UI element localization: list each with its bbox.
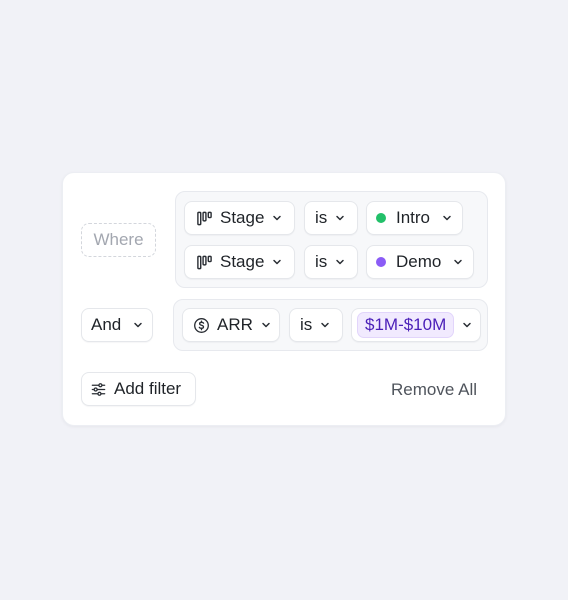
chevron-down-icon bbox=[335, 257, 345, 267]
value-tag: $1M-$10M bbox=[357, 312, 455, 338]
kanban-icon bbox=[196, 210, 213, 227]
chevron-down-icon bbox=[462, 320, 472, 330]
filter-group-1: Stage is Intro Stage is Demo bbox=[175, 191, 488, 288]
value-select-arr-range[interactable]: $1M-$10M bbox=[351, 308, 481, 342]
remove-all-button[interactable]: Remove All bbox=[391, 380, 477, 400]
operator-select-1[interactable]: is bbox=[304, 201, 358, 235]
where-label: Where bbox=[81, 223, 156, 257]
field-select-stage-2[interactable]: Stage bbox=[184, 245, 295, 279]
operator-label: is bbox=[315, 252, 328, 271]
and-label: And bbox=[91, 315, 122, 334]
sliders-icon bbox=[90, 381, 107, 398]
field-label: Stage bbox=[220, 252, 265, 271]
value-label: Intro bbox=[396, 208, 431, 227]
chevron-down-icon bbox=[453, 257, 463, 267]
chevron-down-icon bbox=[133, 320, 143, 330]
dollar-circle-icon bbox=[193, 317, 210, 334]
field-select-stage-1[interactable]: Stage bbox=[184, 201, 295, 235]
add-filter-button[interactable]: Add filter bbox=[81, 372, 196, 406]
value-label: $1M-$10M bbox=[365, 315, 447, 334]
conjunction-select-and[interactable]: And bbox=[81, 308, 153, 342]
where-label-text: Where bbox=[93, 230, 144, 249]
value-label: Demo bbox=[396, 252, 442, 271]
operator-select-3[interactable]: is bbox=[289, 308, 343, 342]
chevron-down-icon bbox=[442, 213, 452, 223]
add-filter-label: Add filter bbox=[114, 379, 182, 398]
filter-group-2: ARR is $1M-$10M bbox=[173, 299, 488, 351]
status-dot-purple bbox=[376, 257, 386, 267]
kanban-icon bbox=[196, 254, 213, 271]
chevron-down-icon bbox=[320, 320, 330, 330]
field-label: Stage bbox=[220, 208, 265, 227]
operator-label: is bbox=[315, 208, 328, 227]
value-select-demo[interactable]: Demo bbox=[366, 245, 474, 279]
status-dot-green bbox=[376, 213, 386, 223]
operator-label: is bbox=[300, 315, 313, 334]
filter-panel: Where Stage is Intro Stage is Demo And A… bbox=[62, 172, 506, 426]
operator-select-2[interactable]: is bbox=[304, 245, 358, 279]
chevron-down-icon bbox=[272, 213, 282, 223]
chevron-down-icon bbox=[261, 320, 271, 330]
value-select-intro[interactable]: Intro bbox=[366, 201, 463, 235]
chevron-down-icon bbox=[272, 257, 282, 267]
chevron-down-icon bbox=[335, 213, 345, 223]
field-label: ARR bbox=[217, 315, 253, 334]
field-select-arr[interactable]: ARR bbox=[182, 308, 280, 342]
